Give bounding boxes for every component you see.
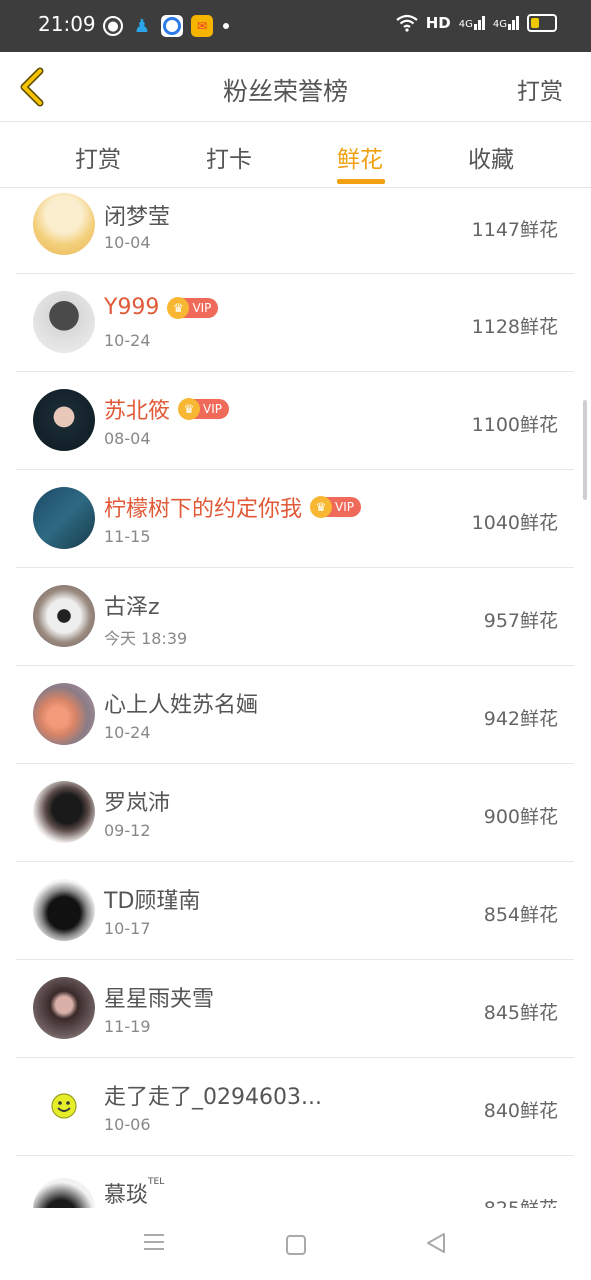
vip-label: VIP	[192, 300, 212, 315]
flower-count: 854鲜花	[483, 904, 558, 926]
smiley-icon	[51, 1093, 77, 1119]
list-item[interactable]: 心上人姓苏名婳 10-24 942鲜花	[16, 666, 574, 764]
list-item[interactable]: 古泽z 今天 18:39 957鲜花	[16, 568, 574, 666]
status-bar: 21:09 ● ♟ ✉ HD 4G 4G	[0, 0, 591, 52]
fan-name: TD顾瑾南	[104, 889, 201, 914]
flower-count: 825鲜花	[484, 1194, 558, 1208]
fan-name: 星星雨夹雪	[104, 987, 215, 1012]
fan-date: 10-04	[104, 233, 151, 252]
fan-name: 古泽z	[104, 595, 160, 620]
avatar[interactable]	[33, 487, 95, 549]
tab-reward[interactable]: 打赏	[75, 140, 121, 174]
fan-date: 10-06	[104, 1115, 151, 1134]
signal-2-icon: 4G	[493, 16, 519, 30]
status-time: 21:09	[38, 12, 96, 36]
vip-badge: ♛ VIP	[310, 496, 361, 518]
signal-1-icon: 4G	[459, 16, 485, 30]
fan-date: 10-17	[104, 919, 151, 938]
fan-name: 慕琰TEL	[104, 1177, 164, 1208]
list-item[interactable]: 走了走了_0294603... 10-06 840鲜花	[16, 1058, 574, 1156]
menu-icon[interactable]	[144, 1234, 164, 1250]
avatar[interactable]	[33, 585, 95, 647]
fan-date: 11-19	[104, 1017, 151, 1036]
fan-name: 走了走了_0294603...	[104, 1085, 322, 1110]
list-item[interactable]: 慕琰TEL 825鲜花	[16, 1156, 574, 1208]
list-item[interactable]: 苏北筱 ♛ VIP 08-04 1100鲜花	[16, 372, 574, 470]
fan-name: 苏北筱	[104, 399, 171, 424]
avatar[interactable]	[33, 977, 95, 1039]
avatar[interactable]	[33, 291, 95, 353]
tab-flowers[interactable]: 鲜花	[337, 140, 383, 174]
active-tab-indicator	[337, 179, 385, 184]
vip-label: VIP	[203, 402, 222, 416]
crown-icon: ♛	[310, 496, 333, 518]
fan-date: 11-15	[104, 527, 151, 546]
flower-count: 942鲜花	[483, 708, 558, 730]
avatar[interactable]	[33, 389, 95, 451]
fan-date: 今天 18:39	[104, 629, 188, 648]
flower-count: 840鲜花	[483, 1100, 558, 1122]
notification-icons: ● ♟ ✉	[103, 14, 229, 38]
more-notifications-dot	[223, 23, 229, 29]
crown-icon: ♛	[167, 296, 190, 319]
fan-name: 闭梦莹	[104, 205, 171, 230]
wifi-icon	[396, 14, 418, 32]
fan-date: 08-04	[104, 429, 151, 448]
avatar[interactable]	[33, 1075, 95, 1137]
app-mail-icon: ✉	[191, 15, 213, 37]
home-icon[interactable]	[286, 1235, 306, 1255]
list-item[interactable]: TD顾瑾南 10-17 854鲜花	[16, 862, 574, 960]
page-title: 粉丝荣誉榜	[222, 77, 348, 106]
avatar[interactable]	[33, 683, 95, 745]
title-bar: 粉丝荣誉榜 打赏	[0, 52, 591, 122]
avatar[interactable]	[33, 781, 95, 843]
fan-name: 柠檬树下的约定你我	[104, 497, 303, 522]
fan-name: Y999	[104, 295, 160, 320]
flower-count: 900鲜花	[483, 806, 558, 828]
fan-name: 心上人姓苏名婳	[104, 693, 259, 718]
hd-indicator: HD	[425, 14, 451, 32]
signal-1-label: 4G	[458, 19, 473, 30]
flower-count: 1100鲜花	[471, 414, 558, 436]
app-browser-icon	[161, 15, 183, 37]
status-right: HD 4G 4G	[396, 14, 557, 32]
reward-button[interactable]: 打赏	[517, 72, 563, 106]
tab-bar: 打赏 打卡 鲜花 收藏	[0, 122, 591, 188]
vip-label: VIP	[335, 500, 354, 514]
flower-count: 1040鲜花	[471, 512, 558, 534]
tab-checkin[interactable]: 打卡	[206, 140, 252, 174]
tab-favorites[interactable]: 收藏	[468, 140, 514, 174]
fan-name-superscript: TEL	[148, 1177, 165, 1187]
vip-badge: ♛ VIP	[167, 296, 219, 319]
battery-icon	[527, 14, 557, 32]
list-item[interactable]: 柠檬树下的约定你我 ♛ VIP 11-15 1040鲜花	[16, 470, 574, 568]
flower-count: 957鲜花	[483, 610, 558, 632]
avatar[interactable]	[33, 879, 95, 941]
back-triangle-icon[interactable]	[425, 1232, 447, 1254]
avatar[interactable]	[33, 193, 95, 255]
vip-badge: ♛ VIP	[178, 398, 229, 420]
list-item[interactable]: 闭梦莹 10-04 1147鲜花	[16, 188, 574, 274]
scrollbar[interactable]	[583, 400, 587, 500]
app-qq-icon: ♟	[133, 15, 151, 37]
fan-date: 10-24	[104, 723, 151, 742]
flower-count: 1147鲜花	[471, 219, 558, 241]
app-globe-icon: ●	[103, 16, 123, 36]
fan-list: 闭梦莹 10-04 1147鲜花 Y999 ♛ VIP 10-24 1128鲜花 …	[16, 188, 574, 1208]
list-item[interactable]: Y999 ♛ VIP 10-24 1128鲜花	[16, 274, 574, 372]
signal-2-label: 4G	[492, 19, 507, 30]
list-item[interactable]: 星星雨夹雪 11-19 845鲜花	[16, 960, 574, 1058]
system-nav-bar	[0, 1208, 591, 1280]
crown-icon: ♛	[178, 398, 201, 420]
avatar[interactable]	[33, 1178, 95, 1208]
flower-count: 845鲜花	[483, 1002, 558, 1024]
fan-date: 09-12	[104, 821, 151, 840]
list-item[interactable]: 罗岚沛 09-12 900鲜花	[16, 764, 574, 862]
flower-count: 1128鲜花	[471, 316, 558, 338]
fan-name-text: 慕琰	[104, 1183, 149, 1208]
fan-date: 10-24	[104, 331, 151, 350]
fan-name: 罗岚沛	[104, 791, 171, 816]
